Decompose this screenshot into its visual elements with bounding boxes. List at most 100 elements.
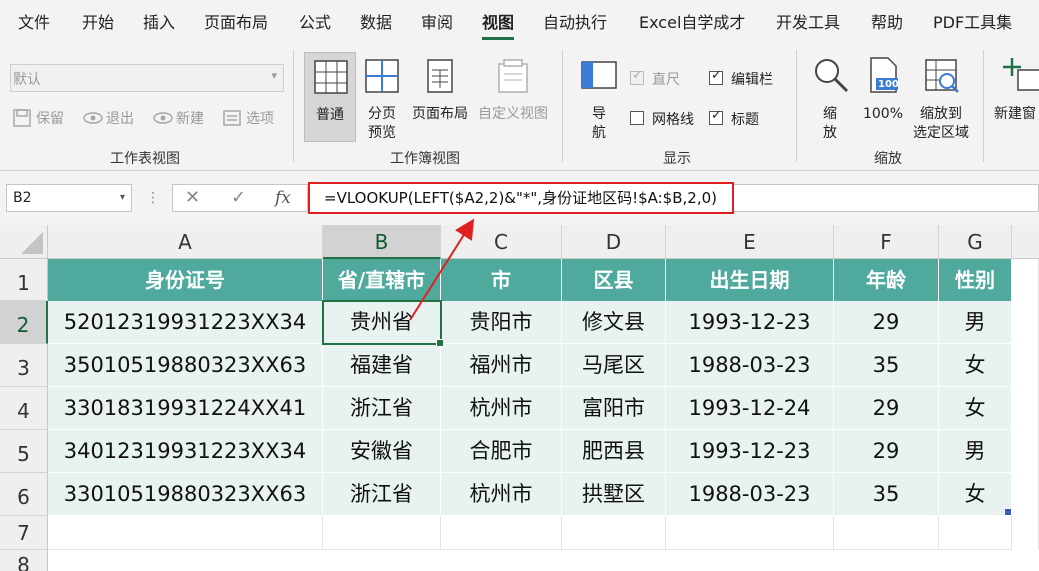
cancel-icon[interactable]: ✕ xyxy=(185,184,200,212)
table-cell[interactable]: 马尾区 xyxy=(562,344,666,387)
enter-icon[interactable]: ✓ xyxy=(231,184,246,212)
row-header-2[interactable]: 2 xyxy=(0,301,48,344)
table-header-city[interactable]: 市 xyxy=(441,259,562,301)
table-header-age[interactable]: 年龄 xyxy=(834,259,939,301)
table-cell[interactable]: 杭州市 xyxy=(441,473,562,516)
empty-cell[interactable] xyxy=(1012,259,1039,550)
tab-formulas[interactable]: 公式 xyxy=(299,8,331,38)
table-header-province[interactable]: 省/直辖市 xyxy=(323,259,441,301)
table-cell[interactable]: 33018319931224XX41 xyxy=(48,387,323,430)
table-cell[interactable]: 富阳市 xyxy=(562,387,666,430)
table-cell[interactable]: 拱墅区 xyxy=(562,473,666,516)
table-cell[interactable]: 女 xyxy=(939,344,1012,387)
table-cell[interactable]: 男 xyxy=(939,430,1012,473)
gridlines-checkbox[interactable]: 网格线 xyxy=(630,108,704,130)
tab-view[interactable]: 视图 xyxy=(482,8,515,40)
insert-function-icon[interactable]: fx xyxy=(275,184,291,212)
table-cell[interactable]: 52012319931223XX34 xyxy=(48,301,323,344)
formula-input[interactable]: =VLOOKUP(LEFT($A2,2)&"*",身份证地区码!$A:$B,2,… xyxy=(308,182,734,214)
table-cell[interactable]: 34012319931223XX34 xyxy=(48,430,323,473)
more-options-icon[interactable]: ⋮ xyxy=(146,184,160,212)
zoom-button[interactable]: 缩 放 xyxy=(806,52,854,142)
row-header-4[interactable]: 4 xyxy=(0,387,48,430)
table-cell[interactable]: 福建省 xyxy=(323,344,441,387)
table-cell[interactable]: 浙江省 xyxy=(323,387,441,430)
page-break-preview-button[interactable]: 分页 预览 xyxy=(358,52,406,142)
table-cell[interactable]: 贵州省 xyxy=(323,301,441,344)
table-cell[interactable]: 男 xyxy=(939,301,1012,344)
table-cell[interactable]: 29 xyxy=(834,301,939,344)
table-resize-handle[interactable] xyxy=(1005,509,1011,515)
row-header-6[interactable]: 6 xyxy=(0,473,48,516)
tab-home[interactable]: 开始 xyxy=(82,8,114,38)
table-cell[interactable]: 杭州市 xyxy=(441,387,562,430)
tab-developer[interactable]: 开发工具 xyxy=(776,8,840,38)
table-cell[interactable]: 1993-12-23 xyxy=(666,301,834,344)
tab-page-layout[interactable]: 页面布局 xyxy=(204,8,268,38)
table-cell[interactable]: 35010519880323XX63 xyxy=(48,344,323,387)
custom-views-button[interactable]: 自定义视图 xyxy=(474,52,552,142)
ruler-checkbox[interactable]: 直尺 xyxy=(630,68,700,90)
table-cell[interactable]: 肥西县 xyxy=(562,430,666,473)
table-cell[interactable]: 29 xyxy=(834,430,939,473)
column-header-b[interactable]: B xyxy=(323,225,441,259)
empty-cell[interactable] xyxy=(48,516,323,550)
table-cell[interactable]: 1993-12-23 xyxy=(666,430,834,473)
formula-input-extension[interactable] xyxy=(734,184,1039,212)
column-header-g[interactable]: G xyxy=(939,225,1012,259)
table-cell[interactable]: 福州市 xyxy=(441,344,562,387)
empty-cell[interactable] xyxy=(939,516,1012,550)
table-cell[interactable]: 女 xyxy=(939,387,1012,430)
empty-cell[interactable] xyxy=(323,516,441,550)
empty-cell[interactable] xyxy=(834,516,939,550)
row-header-3[interactable]: 3 xyxy=(0,344,48,387)
tab-pdf-tools[interactable]: PDF工具集 xyxy=(933,8,1012,38)
row-header-8[interactable]: 8 xyxy=(0,550,48,571)
table-cell[interactable]: 合肥市 xyxy=(441,430,562,473)
table-header-id-number[interactable]: 身份证号 xyxy=(48,259,323,301)
column-header-h[interactable] xyxy=(1012,225,1039,259)
tab-file[interactable]: 文件 xyxy=(18,8,50,38)
select-all-button[interactable] xyxy=(0,225,48,259)
table-cell[interactable]: 1993-12-24 xyxy=(666,387,834,430)
row-header-5[interactable]: 5 xyxy=(0,430,48,473)
row-header-1[interactable]: 1 xyxy=(0,259,48,301)
options-button[interactable]: 选项 xyxy=(222,106,284,130)
navigation-button[interactable]: 导 航 xyxy=(578,52,620,142)
column-header-e[interactable]: E xyxy=(666,225,834,259)
column-header-c[interactable]: C xyxy=(441,225,562,259)
table-cell[interactable]: 35 xyxy=(834,344,939,387)
keep-button[interactable]: 保留 xyxy=(12,106,74,130)
table-cell[interactable]: 35 xyxy=(834,473,939,516)
empty-cell[interactable] xyxy=(666,516,834,550)
tab-insert[interactable]: 插入 xyxy=(143,8,175,38)
row-header-7[interactable]: 7 xyxy=(0,516,48,550)
tab-excel-self-study[interactable]: Excel自学成才 xyxy=(639,8,745,38)
table-cell[interactable]: 女 xyxy=(939,473,1012,516)
empty-cell[interactable] xyxy=(441,516,562,550)
normal-view-button[interactable]: 普通 xyxy=(304,52,356,142)
table-cell[interactable]: 安徽省 xyxy=(323,430,441,473)
table-cell[interactable]: 修文县 xyxy=(562,301,666,344)
empty-cell[interactable] xyxy=(562,516,666,550)
new-view-button[interactable]: 新建 xyxy=(152,106,214,130)
table-header-gender[interactable]: 性别 xyxy=(939,259,1012,301)
zoom-to-selection-button[interactable]: 缩放到 选定区域 xyxy=(908,52,974,142)
column-header-f[interactable]: F xyxy=(834,225,939,259)
table-cell[interactable]: 1988-03-23 xyxy=(666,344,834,387)
tab-automate[interactable]: 自动执行 xyxy=(543,8,607,38)
table-header-birth-date[interactable]: 出生日期 xyxy=(666,259,834,301)
table-cell[interactable]: 29 xyxy=(834,387,939,430)
sheet-view-dropdown[interactable]: 默认 ▾ xyxy=(10,64,284,92)
table-cell[interactable]: 贵阳市 xyxy=(441,301,562,344)
tab-data[interactable]: 数据 xyxy=(360,8,392,38)
formula-bar-checkbox[interactable]: 编辑栏 xyxy=(709,68,789,90)
new-window-button[interactable]: 新建窗 xyxy=(994,52,1039,142)
tab-review[interactable]: 审阅 xyxy=(421,8,453,38)
name-box[interactable]: B2 ▾ xyxy=(6,184,132,212)
chevron-down-icon[interactable]: ▾ xyxy=(120,185,125,211)
headings-checkbox[interactable]: 标题 xyxy=(709,108,779,130)
table-cell[interactable]: 1988-03-23 xyxy=(666,473,834,516)
column-header-d[interactable]: D xyxy=(562,225,666,259)
tab-help[interactable]: 帮助 xyxy=(871,8,903,38)
